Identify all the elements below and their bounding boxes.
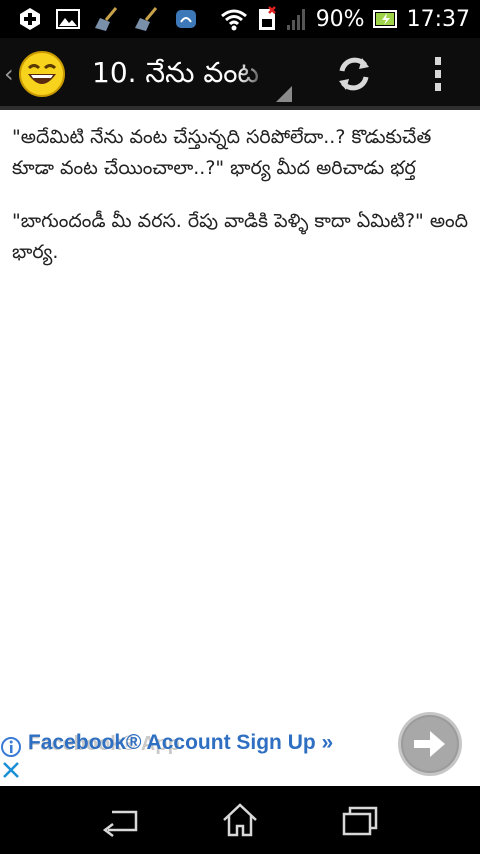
spinner-triangle-icon [276, 86, 292, 102]
action-bar: ‹ 10. నేను వంట చే [0, 38, 480, 110]
battery-percent: 90% [315, 6, 365, 32]
ad-info-icon[interactable] [0, 736, 22, 758]
app-logo-laughing-smiley[interactable] [18, 50, 66, 98]
joke-paragraph-2: "బాగుందండీ మీ వరస. రేపు వాడికి పెళ్ళి కా… [12, 210, 469, 263]
wifi-icon [220, 9, 247, 31]
home-icon[interactable] [220, 800, 260, 840]
ad-headline[interactable]: Facebook® Account Sign Up » [28, 731, 333, 755]
messaging-icon [176, 10, 196, 28]
ad-arrow-button-icon[interactable] [396, 710, 464, 778]
signal-icon [286, 9, 305, 30]
joke-content: "అదేమిటి నేను వంట చేస్తున్నది సరిపోలేదా.… [0, 110, 480, 706]
navigation-bar [0, 786, 480, 854]
ad-banner[interactable]: Facebook® App Facebook® Account Sign Up … [0, 706, 480, 786]
joke-paragraph-1: "అదేమిటి నేను వంట చేస్తున్నది సరిపోలేదా.… [12, 126, 432, 179]
up-caret-icon[interactable]: ‹ [4, 60, 14, 88]
cleaner-broom-icon [95, 7, 118, 31]
notification-icons [18, 6, 198, 32]
back-icon[interactable] [100, 800, 140, 840]
overflow-menu-icon[interactable] [428, 56, 448, 92]
page-title[interactable]: 10. నేను వంట చే [92, 56, 270, 92]
battery-charging-icon [372, 10, 397, 28]
gallery-icon [56, 9, 80, 29]
cleaner-broom-icon [135, 7, 158, 31]
recent-apps-icon[interactable] [340, 800, 380, 840]
add-icon [20, 8, 40, 30]
clock: 17:37 [406, 6, 470, 32]
refresh-icon[interactable] [334, 54, 374, 94]
system-status: 90% 17:37 [220, 0, 470, 38]
status-bar: 90% 17:37 [0, 0, 480, 38]
ad-close-icon[interactable] [0, 759, 22, 781]
no-sim-icon [258, 6, 276, 30]
